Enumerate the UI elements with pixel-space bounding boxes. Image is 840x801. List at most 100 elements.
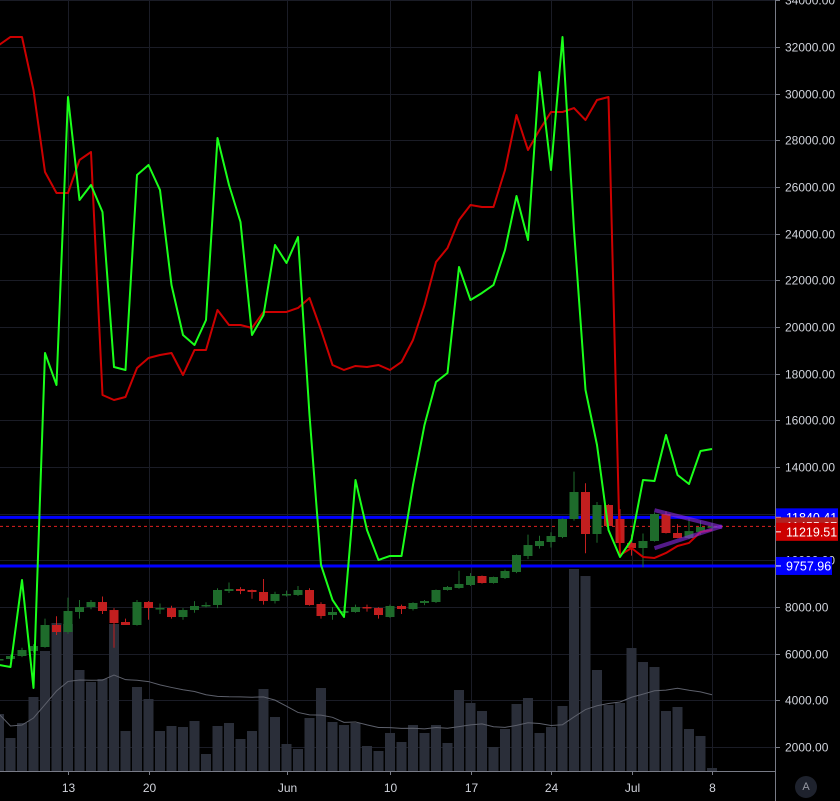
volume-bar bbox=[465, 703, 476, 772]
candle-body bbox=[546, 536, 556, 543]
volume-bar bbox=[396, 741, 407, 772]
date-tick-label: Jul bbox=[625, 781, 640, 795]
candle-body bbox=[512, 555, 521, 573]
candle-body bbox=[247, 590, 257, 593]
candle-body bbox=[6, 656, 15, 660]
volume-bar bbox=[373, 751, 384, 772]
candle-body bbox=[558, 519, 567, 538]
volume-bar bbox=[431, 725, 441, 772]
volume-bar bbox=[132, 687, 142, 772]
volume-bar bbox=[339, 725, 349, 772]
volume-bar bbox=[661, 711, 671, 772]
volume-bar bbox=[350, 723, 361, 772]
candle-body bbox=[293, 590, 303, 595]
price-tick-label: 16000.00 bbox=[785, 414, 835, 428]
price-tick-label: 26000.00 bbox=[785, 181, 835, 195]
volume-bar bbox=[304, 718, 315, 772]
date-tick-label: Jun bbox=[278, 781, 297, 795]
candle-body bbox=[259, 592, 268, 602]
volume-bar bbox=[293, 748, 303, 772]
candle-body bbox=[638, 541, 648, 549]
candle-body bbox=[75, 606, 84, 613]
candle-body bbox=[0, 659, 4, 661]
price-tick-label: 18000.00 bbox=[785, 368, 835, 382]
price-tick-label: 2000.00 bbox=[785, 741, 829, 755]
volume-bar bbox=[534, 733, 545, 772]
candle-body bbox=[190, 606, 199, 611]
volume-bar bbox=[649, 667, 660, 772]
volume-bar bbox=[281, 744, 292, 772]
volume-bar bbox=[316, 688, 326, 772]
price-tick-label: 4000.00 bbox=[785, 694, 829, 708]
volume-bar bbox=[40, 651, 50, 772]
volume-bar bbox=[362, 746, 372, 772]
volume-bar bbox=[488, 747, 499, 772]
volume-bar bbox=[74, 669, 85, 772]
volume-bar bbox=[442, 742, 453, 772]
candle-body bbox=[362, 606, 372, 609]
candle-body bbox=[650, 514, 659, 542]
volume-bar bbox=[603, 705, 614, 772]
price-tick-label: 32000.00 bbox=[785, 41, 835, 55]
price-axis-bg[interactable] bbox=[775, 0, 840, 801]
price-chart[interactable]: 2000.004000.006000.008000.0010000.001200… bbox=[0, 0, 840, 801]
volume-bar bbox=[569, 569, 579, 772]
date-tick-label: 17 bbox=[465, 781, 479, 795]
volume-bar bbox=[28, 696, 39, 772]
candle-body bbox=[213, 590, 222, 606]
volume-bar bbox=[178, 726, 188, 772]
volume-bar bbox=[155, 731, 165, 772]
candle-body bbox=[523, 545, 533, 557]
candle-body bbox=[121, 622, 130, 625]
volume-bar bbox=[500, 728, 510, 772]
auto-scale-button[interactable]: A bbox=[795, 776, 817, 798]
volume-bar bbox=[143, 698, 154, 772]
volume-bar bbox=[695, 735, 706, 772]
candle-body bbox=[454, 583, 464, 588]
price-tick-label: 34000.00 bbox=[785, 0, 835, 8]
candle-body bbox=[569, 492, 579, 520]
volume-bar bbox=[580, 576, 591, 772]
volume-bar bbox=[638, 662, 648, 772]
candle-body bbox=[673, 533, 682, 539]
volume-bar bbox=[224, 723, 234, 772]
candle-body bbox=[305, 590, 314, 606]
candle-body bbox=[167, 608, 176, 618]
volume-bar bbox=[63, 624, 73, 772]
volume-bar bbox=[189, 720, 200, 772]
volume-bar bbox=[419, 733, 430, 772]
candle-body bbox=[581, 492, 590, 535]
date-tick-label: 20 bbox=[143, 781, 157, 795]
candle-body bbox=[374, 608, 383, 616]
volume-bar bbox=[235, 739, 246, 772]
candle-body bbox=[592, 505, 602, 535]
candle-body bbox=[109, 610, 119, 624]
candle-body bbox=[178, 610, 188, 618]
candle-body bbox=[201, 605, 211, 607]
volume-bar bbox=[0, 713, 4, 772]
price-tick-label: 8000.00 bbox=[785, 601, 829, 615]
indicator-lines bbox=[0, 35, 713, 689]
candle-body bbox=[316, 603, 326, 617]
price-tag-label: 9757.96 bbox=[786, 559, 831, 573]
candle-body bbox=[63, 610, 73, 632]
candle-body bbox=[397, 606, 406, 610]
volume-bar bbox=[120, 731, 131, 772]
volume-bar bbox=[546, 726, 556, 772]
volume-bar bbox=[201, 754, 211, 772]
date-tick-label: 10 bbox=[384, 781, 398, 795]
candle-body bbox=[385, 606, 395, 618]
candle-body bbox=[52, 624, 61, 632]
volume-bar bbox=[523, 697, 533, 772]
volume-bar bbox=[247, 731, 257, 772]
price-tick-label: 6000.00 bbox=[785, 648, 829, 662]
candle-body bbox=[408, 602, 418, 610]
candle-body bbox=[86, 602, 96, 607]
volume-bar bbox=[592, 669, 602, 772]
candle-body bbox=[132, 602, 142, 625]
candle-body bbox=[351, 606, 360, 613]
volume-bar bbox=[684, 728, 694, 772]
volume-bar bbox=[5, 738, 16, 772]
price-tick-label: 14000.00 bbox=[785, 461, 835, 475]
volume-bar bbox=[672, 706, 683, 772]
